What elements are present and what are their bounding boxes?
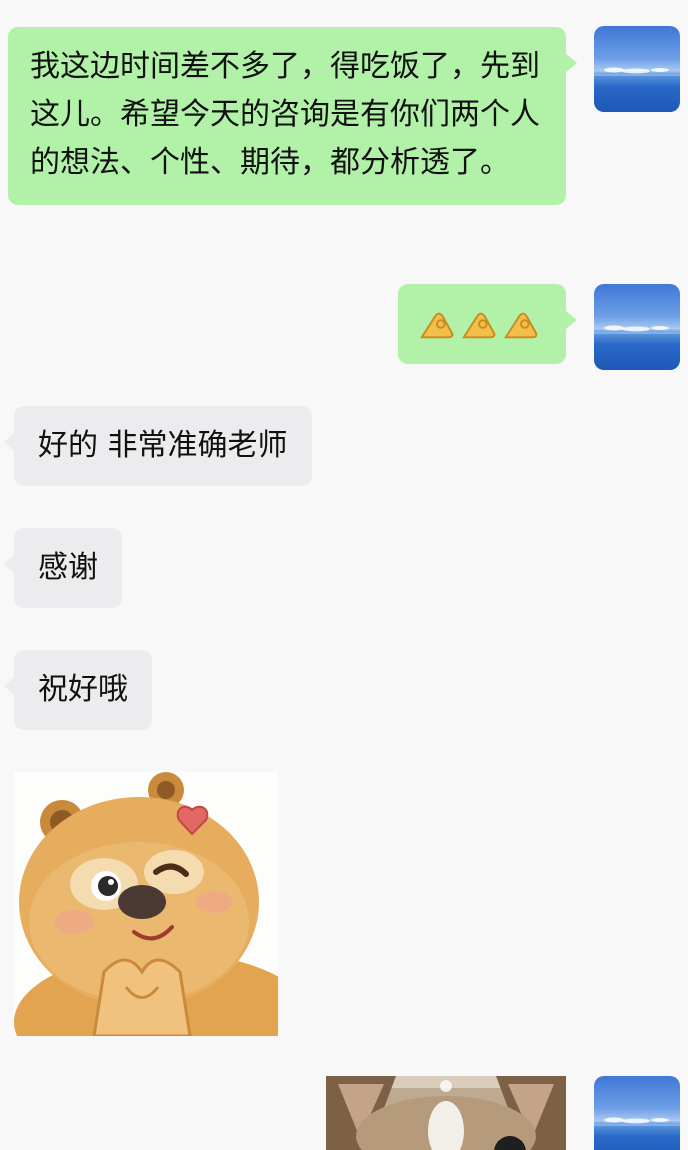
ok-hand-icon (462, 312, 496, 339)
their-message-bubble[interactable]: 好的 非常准确老师 (4, 406, 312, 486)
bear-heart-hands-sticker[interactable] (14, 772, 278, 1036)
my-avatar[interactable] (594, 1076, 680, 1150)
message-text: 感谢 (38, 550, 98, 585)
message-text: 我这边时间差不多了，得吃饭了，先到这儿。希望今天的咨询是有你们两个人的想法、个性… (30, 49, 540, 180)
message-text: 好的 非常准确老师 (38, 428, 288, 463)
my-message-bubble[interactable]: 我这边时间差不多了，得吃饭了，先到这儿。希望今天的咨询是有你们两个人的想法、个性… (8, 27, 577, 205)
their-message-bubble[interactable]: 感谢 (4, 528, 122, 608)
chat-message-list[interactable]: 我这边时间差不多了，得吃饭了，先到这儿。希望今天的咨询是有你们两个人的想法、个性… (0, 0, 688, 1150)
sea-sky-avatar-icon (594, 1117, 680, 1126)
ok-hand-icon (504, 312, 538, 339)
emoji-row (418, 296, 546, 352)
my-avatar[interactable] (594, 284, 680, 370)
sea-sky-avatar-icon (594, 325, 680, 334)
bear-sticker-image (14, 772, 278, 1036)
message-text: 祝好哦 (38, 672, 128, 707)
cat-photo[interactable] (326, 1076, 566, 1150)
their-message-bubble[interactable]: 祝好哦 (4, 650, 152, 730)
ok-hand-icon (420, 312, 454, 339)
my-avatar[interactable] (594, 26, 680, 112)
cat-photo-image (326, 1076, 566, 1150)
sea-sky-avatar-icon (594, 67, 680, 76)
my-emoji-bubble[interactable] (398, 284, 577, 364)
